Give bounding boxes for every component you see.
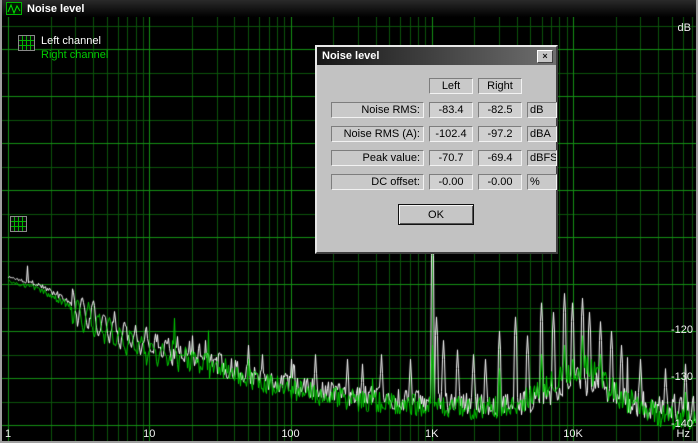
legend: Left channel Right channel bbox=[18, 35, 108, 61]
results-table: Left Right Noise RMS: -83.4 -82.5 dB Noise R… bbox=[331, 78, 557, 190]
noise-level-window: Noise level Left channel Right channel d… bbox=[0, 0, 698, 443]
row-label: Noise RMS: bbox=[331, 102, 424, 118]
value-left: -70.7 bbox=[429, 150, 473, 166]
row-label: DC offset: bbox=[331, 174, 424, 190]
plot-area: Left channel Right channel dB Noise leve… bbox=[2, 17, 696, 441]
value-right: -82.5 bbox=[478, 102, 522, 118]
x-tick-label: 100 bbox=[281, 428, 300, 440]
value-right: -69.4 bbox=[478, 150, 522, 166]
legend-labels: Left channel Right channel bbox=[41, 35, 108, 61]
grid-icon-secondary[interactable] bbox=[10, 216, 27, 232]
window-titlebar[interactable]: Noise level bbox=[2, 0, 696, 17]
x-tick-label: 10 bbox=[143, 428, 156, 440]
legend-left-channel: Left channel bbox=[41, 35, 101, 47]
x-tick-label: 1 bbox=[4, 428, 12, 440]
value-right: -97.2 bbox=[478, 126, 522, 142]
column-header-right: Right bbox=[478, 78, 522, 94]
noise-level-dialog: Noise level × Left Right Noise RMS: -83.4… bbox=[315, 45, 558, 254]
close-icon[interactable]: × bbox=[537, 49, 553, 63]
x-tick-label: 1K bbox=[425, 428, 439, 440]
unit-label: dBFS bbox=[527, 150, 557, 166]
value-left: -0.00 bbox=[429, 174, 473, 190]
y-tick-label: -130 bbox=[670, 371, 693, 383]
y-tick-label: -140 bbox=[670, 418, 693, 430]
unit-label: % bbox=[527, 174, 557, 190]
x-tick-label: 10K bbox=[563, 428, 583, 440]
column-header-left: Left bbox=[429, 78, 473, 94]
row-label: Noise RMS (A): bbox=[331, 126, 424, 142]
y-tick-label: -120 bbox=[670, 324, 693, 336]
dialog-body: Left Right Noise RMS: -83.4 -82.5 dB Noise R… bbox=[317, 65, 557, 225]
value-left: -83.4 bbox=[429, 102, 473, 118]
dialog-title: Noise level bbox=[322, 50, 380, 62]
value-left: -102.4 bbox=[429, 126, 473, 142]
window-title: Noise level bbox=[27, 2, 85, 15]
grid-toggle-icon[interactable] bbox=[18, 35, 35, 51]
y-axis-unit-label: dB bbox=[677, 22, 691, 34]
row-label: Peak value: bbox=[331, 150, 424, 166]
unit-label: dB bbox=[527, 102, 557, 118]
app-icon bbox=[6, 2, 22, 15]
ok-button[interactable]: OK bbox=[398, 204, 474, 225]
unit-label: dBA bbox=[527, 126, 557, 142]
dialog-titlebar[interactable]: Noise level × bbox=[317, 47, 556, 65]
legend-right-channel: Right channel bbox=[41, 49, 109, 61]
value-right: -0.00 bbox=[478, 174, 522, 190]
